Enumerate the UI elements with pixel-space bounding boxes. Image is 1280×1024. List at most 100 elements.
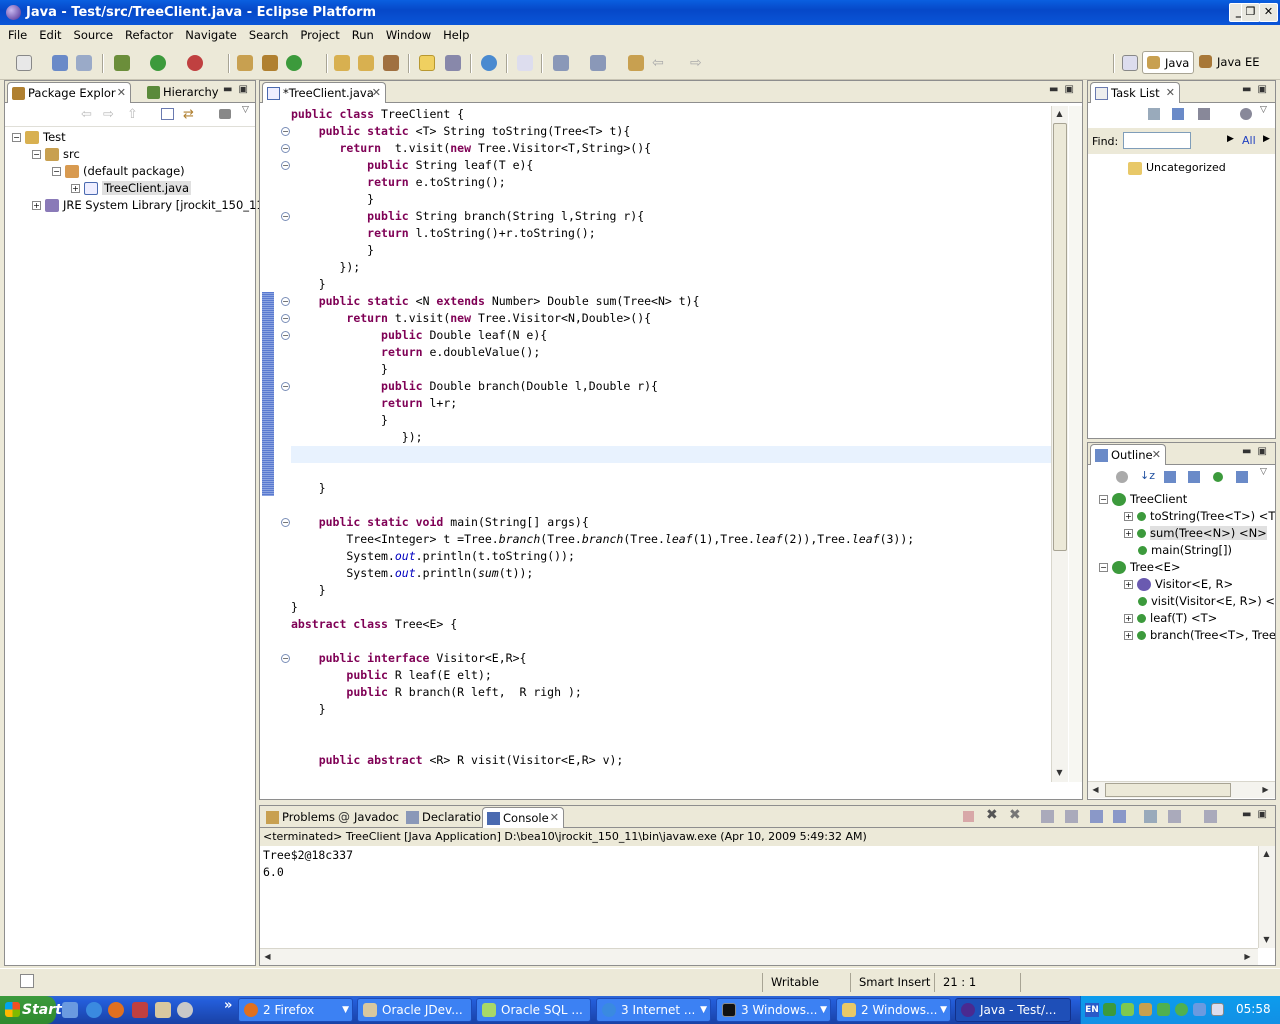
- print-icon[interactable]: [76, 55, 92, 71]
- tray-app-icon[interactable]: [1121, 1003, 1134, 1016]
- code-line[interactable]: public static void main(String[] args){: [291, 514, 589, 531]
- code-line[interactable]: return e.doubleValue();: [291, 344, 540, 361]
- taskbar-button-internet[interactable]: 3 Internet ... ▼: [596, 998, 711, 1022]
- code-line[interactable]: return l+r;: [291, 395, 457, 412]
- back-icon[interactable]: ⇦: [81, 107, 92, 122]
- scroll-left-icon[interactable]: ◀: [260, 949, 275, 964]
- close-icon[interactable]: ✕: [550, 808, 559, 828]
- menu-run[interactable]: Run: [346, 28, 380, 42]
- tray-volume-icon[interactable]: [1211, 1003, 1224, 1016]
- toggle-block-icon[interactable]: [445, 55, 461, 71]
- close-icon[interactable]: ✕: [1166, 83, 1175, 103]
- fold-toggle-icon[interactable]: −: [281, 144, 290, 153]
- code-line[interactable]: public Double branch(Double l,Double r){: [291, 378, 658, 395]
- code-line[interactable]: }: [291, 412, 388, 429]
- code-line[interactable]: }: [291, 361, 388, 378]
- view-menu-icon[interactable]: [219, 109, 231, 119]
- title-bar[interactable]: Java - Test/src/TreeClient.java - Eclips…: [0, 0, 1280, 25]
- new-package-icon[interactable]: [262, 55, 278, 71]
- focus-icon[interactable]: [1240, 108, 1252, 120]
- pin-console-icon[interactable]: [1144, 810, 1157, 823]
- menu-navigate[interactable]: Navigate: [179, 28, 243, 42]
- outline-item-main[interactable]: main(String[]): [1138, 542, 1232, 559]
- run-icon[interactable]: [150, 55, 166, 71]
- tray-app-icon[interactable]: [1103, 1003, 1116, 1016]
- fast-view-icon[interactable]: [20, 974, 34, 988]
- fold-toggle-icon[interactable]: −: [281, 127, 290, 136]
- web-browser-icon[interactable]: [481, 55, 497, 71]
- code-line[interactable]: abstract class Tree<E> {: [291, 616, 457, 633]
- outline-item-branch[interactable]: +branch(Tree<T>, Tree<T>): [1124, 627, 1275, 644]
- code-line[interactable]: System.out.println(t.toString());: [291, 548, 575, 565]
- scroll-down-icon[interactable]: ▼: [1259, 932, 1274, 947]
- mark-occurrences-icon[interactable]: [419, 55, 435, 71]
- clear-console-icon[interactable]: [1041, 810, 1054, 823]
- editor-vertical-scrollbar[interactable]: ▲ ▼: [1051, 106, 1068, 782]
- external-tools-icon[interactable]: [187, 55, 203, 71]
- taskbar-button-sqldev[interactable]: Oracle SQL ...: [476, 998, 591, 1022]
- javaee-perspective-button[interactable]: Java EE: [1197, 51, 1267, 74]
- forward-icon[interactable]: ⇨: [103, 107, 114, 122]
- tray-network-icon[interactable]: [1193, 1003, 1206, 1016]
- taskbar-button-firefox[interactable]: 2 Firefox ▼: [238, 998, 353, 1022]
- code-line[interactable]: }: [291, 599, 298, 616]
- play-icon[interactable]: ▶: [1263, 134, 1270, 144]
- scroll-lock-icon[interactable]: [1065, 810, 1078, 823]
- scroll-down-icon[interactable]: ▼: [1052, 765, 1067, 780]
- scroll-thumb[interactable]: [1105, 783, 1231, 797]
- scroll-right-icon[interactable]: ▶: [1240, 949, 1255, 964]
- show-on-output-icon[interactable]: [1090, 810, 1103, 823]
- tab-treeclient-java[interactable]: *TreeClient.java ✕: [262, 82, 386, 103]
- new-class-icon[interactable]: [286, 55, 302, 71]
- code-line[interactable]: }: [291, 582, 326, 599]
- tray-messenger-icon[interactable]: [1175, 1003, 1188, 1016]
- collapse-icon[interactable]: −: [12, 133, 21, 142]
- display-console-icon[interactable]: [1168, 810, 1181, 823]
- code-line[interactable]: public abstract <R> R visit(Visitor<E,R>…: [291, 752, 624, 769]
- java-perspective-button[interactable]: Java: [1142, 51, 1194, 74]
- prev-annotation-icon[interactable]: [590, 55, 606, 71]
- find-input[interactable]: [1123, 132, 1191, 149]
- tree-item-src[interactable]: − src: [32, 146, 80, 163]
- taskbar-button-cmd[interactable]: 3 Windows... ▼: [716, 998, 831, 1022]
- tree-item-treeclient-java[interactable]: + TreeClient.java: [71, 180, 192, 197]
- code-line[interactable]: public static <T> String toString(Tree<T…: [291, 123, 631, 140]
- outline-item-visit[interactable]: visit(Visitor<E, R>) <R>: [1138, 593, 1275, 610]
- collapse-icon[interactable]: −: [52, 167, 61, 176]
- chevron-down-icon[interactable]: ▽: [1260, 105, 1267, 115]
- quicklaunch-desktop-icon[interactable]: [62, 1002, 78, 1018]
- tab-console[interactable]: Console ✕: [482, 807, 564, 828]
- categorize-icon[interactable]: [1198, 108, 1210, 120]
- play-icon[interactable]: ▶: [1227, 134, 1234, 144]
- task-category-uncategorized[interactable]: Uncategorized: [1128, 159, 1226, 176]
- collapse-icon[interactable]: −: [1099, 495, 1108, 504]
- collapse-icon[interactable]: −: [1099, 563, 1108, 572]
- outline-item-sum[interactable]: + sum(Tree<N>) <N>: [1124, 525, 1267, 542]
- language-indicator[interactable]: EN: [1085, 1003, 1099, 1017]
- expand-icon[interactable]: +: [71, 184, 80, 193]
- fold-toggle-icon[interactable]: −: [281, 518, 290, 527]
- last-edit-icon[interactable]: [628, 55, 644, 71]
- minimize-maximize-icon[interactable]: ▬▣: [1049, 84, 1080, 95]
- outline-item-treeclient[interactable]: − TreeClient: [1099, 491, 1187, 508]
- menu-help[interactable]: Help: [437, 28, 475, 42]
- code-line[interactable]: public Double leaf(N e){: [291, 327, 547, 344]
- menu-edit[interactable]: Edit: [33, 28, 67, 42]
- debug-icon[interactable]: [114, 55, 130, 71]
- outline-item-leaf[interactable]: + leaf(T) <T>: [1124, 610, 1217, 627]
- quicklaunch-ie-icon[interactable]: [86, 1002, 102, 1018]
- expand-icon[interactable]: +: [1124, 580, 1133, 589]
- new-task-icon[interactable]: [1148, 108, 1160, 120]
- scroll-up-icon[interactable]: ▲: [1259, 846, 1274, 861]
- outline-item-tostring[interactable]: + toString(Tree<T>) <T>: [1124, 508, 1275, 525]
- quicklaunch-app-icon[interactable]: [177, 1002, 193, 1018]
- open-perspective-icon[interactable]: [1122, 55, 1138, 71]
- all-link[interactable]: All: [1242, 134, 1256, 147]
- code-line[interactable]: return t.visit(new Tree.Visitor<N,Double…: [291, 310, 651, 327]
- code-line[interactable]: return e.toString();: [291, 174, 505, 191]
- open-resource-icon[interactable]: [358, 55, 374, 71]
- close-icon[interactable]: ✕: [117, 83, 126, 103]
- console-output[interactable]: Tree$2@18c337 6.0: [263, 847, 353, 881]
- open-console-icon[interactable]: [1204, 810, 1217, 823]
- synchronize-icon[interactable]: [1172, 108, 1184, 120]
